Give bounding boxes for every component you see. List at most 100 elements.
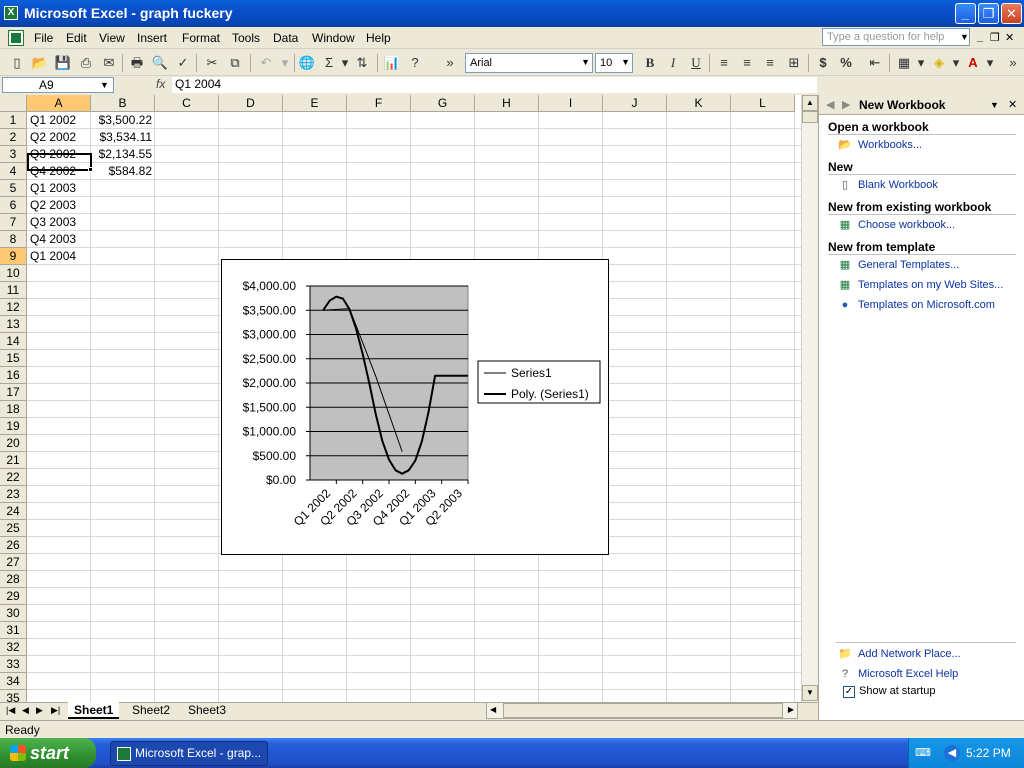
insert-function-icon[interactable]: fx (156, 77, 165, 91)
column-header-b[interactable]: B (91, 95, 155, 112)
cell-a2[interactable]: Q2 2002 (30, 129, 76, 145)
new-icon[interactable]: ▯ (8, 54, 26, 72)
row-header-4[interactable]: 4 (0, 163, 27, 180)
row-header-20[interactable]: 20 (0, 435, 27, 452)
column-header-c[interactable]: C (155, 95, 219, 112)
permission-icon[interactable]: ⎙ (77, 54, 95, 72)
help-question-input[interactable]: Type a question for help (822, 28, 970, 46)
forward-icon[interactable]: ▶ (842, 98, 850, 111)
tab-sheet2[interactable]: Sheet2 (126, 702, 176, 719)
percent-icon[interactable]: % (837, 54, 855, 72)
currency-icon[interactable]: $ (814, 54, 832, 72)
cell-b2[interactable]: $3,534.11 (91, 129, 153, 145)
chart-wizard-icon[interactable]: 📊 (383, 54, 401, 72)
row-header-13[interactable]: 13 (0, 316, 27, 333)
horizontal-scrollbar[interactable]: ◀ ▶ (486, 702, 798, 719)
doc-close-icon[interactable]: ✕ (1005, 31, 1014, 44)
minimize-button[interactable]: _ (955, 3, 976, 24)
row-header-28[interactable]: 28 (0, 571, 27, 588)
last-sheet-icon[interactable]: ▶| (51, 705, 60, 716)
link-choose-workbook[interactable]: Choose workbook... (858, 219, 955, 231)
next-sheet-icon[interactable]: ▶ (36, 705, 43, 716)
cell-a9[interactable]: Q1 2004 (30, 248, 76, 264)
link-blank-workbook[interactable]: Blank Workbook (858, 179, 938, 191)
row-header-22[interactable]: 22 (0, 469, 27, 486)
link-add-network-place[interactable]: Add Network Place... (858, 648, 961, 660)
cell-b1[interactable]: $3,500.22 (91, 112, 152, 128)
prev-sheet-icon[interactable]: ◀ (22, 705, 29, 716)
undo-dropdown-icon[interactable]: ▾ (276, 54, 294, 72)
column-header-e[interactable]: E (283, 95, 347, 112)
row-header-17[interactable]: 17 (0, 384, 27, 401)
help-icon[interactable]: ? (406, 54, 424, 72)
cell-a1[interactable]: Q1 2002 (30, 112, 76, 128)
font-name-select[interactable]: Arial ▼ (465, 53, 593, 73)
align-right-icon[interactable]: ≡ (761, 54, 779, 72)
select-all-corner[interactable] (0, 95, 27, 112)
menu-insert[interactable]: Insert (137, 31, 167, 45)
menu-window[interactable]: Window (312, 31, 355, 45)
task-pane-menu-icon[interactable]: ▼ (990, 100, 999, 110)
menu-view[interactable]: View (99, 31, 125, 45)
column-header-f[interactable]: F (347, 95, 411, 112)
row-header-11[interactable]: 11 (0, 282, 27, 299)
cell-a5[interactable]: Q1 2003 (30, 180, 76, 196)
link-workbooks[interactable]: Workbooks... (858, 139, 922, 151)
embedded-chart[interactable]: $4,000.00 $3,500.00 $3,000.00 $2,500.00 $2,0… (221, 259, 609, 555)
menu-help[interactable]: Help (366, 31, 391, 45)
link-templates-web-sites[interactable]: Templates on my Web Sites... (858, 279, 1003, 291)
column-header-k[interactable]: K (667, 95, 731, 112)
excel-icon[interactable]: X (4, 6, 18, 20)
scroll-left-icon[interactable]: ◀ (490, 705, 496, 714)
scroll-up-icon[interactable]: ▲ (802, 95, 818, 111)
cut-icon[interactable]: ✂ (203, 54, 221, 72)
cell-a8[interactable]: Q4 2003 (30, 231, 76, 247)
column-header-i[interactable]: I (539, 95, 603, 112)
print-icon[interactable]: 🖶 (128, 54, 146, 72)
row-header-7[interactable]: 7 (0, 214, 27, 231)
name-box[interactable]: A9 (2, 77, 114, 93)
row-header-25[interactable]: 25 (0, 520, 27, 537)
cell-b4[interactable]: $584.82 (91, 163, 152, 179)
first-sheet-icon[interactable]: |◀ (6, 705, 15, 716)
column-header-j[interactable]: J (603, 95, 667, 112)
row-header-34[interactable]: 34 (0, 673, 27, 690)
row-header-24[interactable]: 24 (0, 503, 27, 520)
row-header-21[interactable]: 21 (0, 452, 27, 469)
column-header-g[interactable]: G (411, 95, 475, 112)
toolbar-options-icon[interactable]: » (441, 54, 459, 72)
row-header-10[interactable]: 10 (0, 265, 27, 282)
print-preview-icon[interactable]: 🔍 (151, 54, 169, 72)
row-header-31[interactable]: 31 (0, 622, 27, 639)
menu-file[interactable]: File (34, 31, 53, 45)
row-header-16[interactable]: 16 (0, 367, 27, 384)
row-header-33[interactable]: 33 (0, 656, 27, 673)
column-header-d[interactable]: D (219, 95, 283, 112)
menu-data[interactable]: Data (273, 31, 298, 45)
row-header-35[interactable]: 35 (0, 690, 27, 702)
align-center-icon[interactable]: ≡ (738, 54, 756, 72)
hyperlink-icon[interactable]: 🌐 (298, 54, 316, 72)
tab-sheet1[interactable]: Sheet1 (68, 702, 120, 719)
show-at-startup-checkbox[interactable]: ✓ (843, 686, 855, 698)
doc-restore-icon[interactable]: ❐ (990, 31, 1000, 44)
row-header-3[interactable]: 3 (0, 146, 27, 163)
column-header-l[interactable]: L (731, 95, 795, 112)
tab-sheet3[interactable]: Sheet3 (182, 702, 232, 719)
tray-arrow-icon[interactable]: ◀ (944, 745, 960, 761)
row-header-14[interactable]: 14 (0, 333, 27, 350)
bold-button[interactable]: B (641, 54, 659, 72)
align-left-icon[interactable]: ≡ (715, 54, 733, 72)
scroll-down-icon[interactable]: ▼ (802, 685, 818, 701)
autosum-dropdown-icon[interactable]: ▾ (336, 54, 354, 72)
document-icon[interactable] (8, 30, 24, 46)
row-header-1[interactable]: 1 (0, 112, 27, 129)
link-excel-help[interactable]: Microsoft Excel Help (858, 668, 958, 680)
merge-center-icon[interactable]: ⊞ (785, 54, 803, 72)
horizontal-scroll-thumb[interactable] (503, 703, 783, 718)
link-templates-microsoft[interactable]: Templates on Microsoft.com (858, 299, 995, 311)
keyboard-icon[interactable]: ⌨ (915, 745, 931, 761)
active-cell[interactable] (27, 153, 92, 171)
row-header-26[interactable]: 26 (0, 537, 27, 554)
row-header-30[interactable]: 30 (0, 605, 27, 622)
